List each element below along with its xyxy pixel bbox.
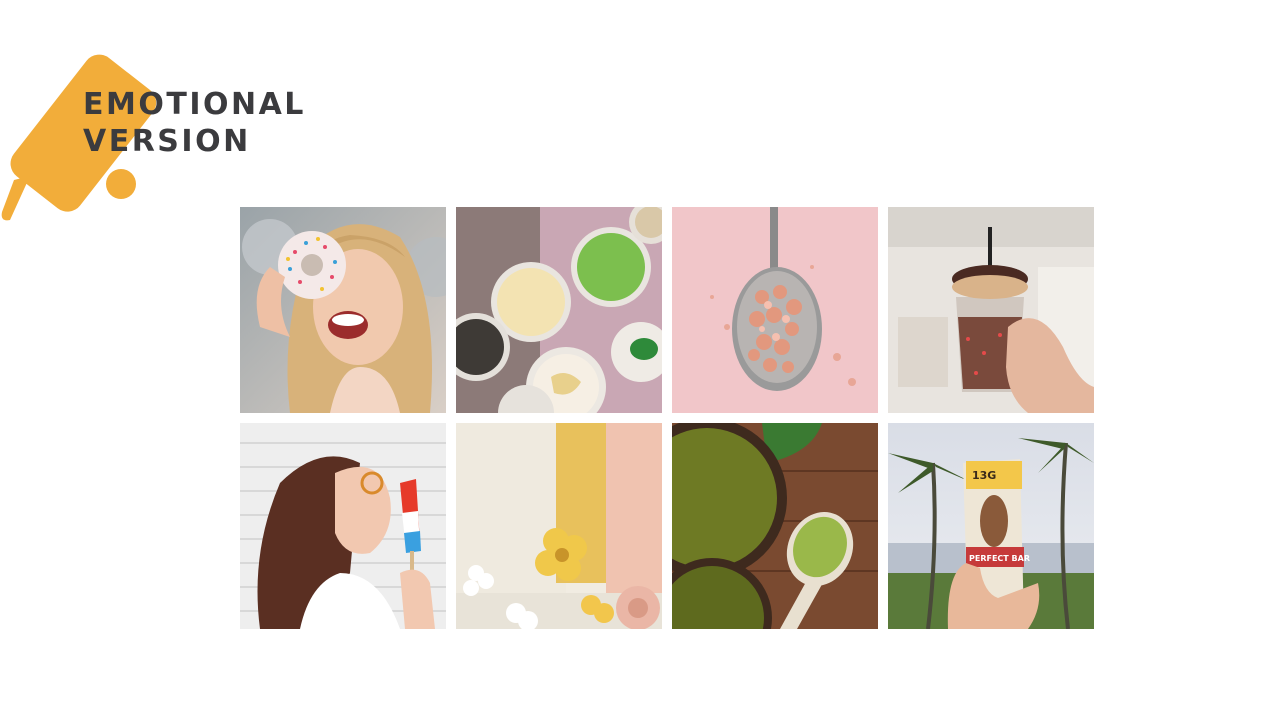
photo-woman-donut — [240, 207, 446, 413]
photo-iced-drink-donut — [888, 207, 1094, 413]
photo-ice-cream-bowls — [456, 207, 662, 413]
photo-pink-salt-spoon — [672, 207, 878, 413]
photo-matcha-tea — [672, 423, 878, 629]
photo-protein-bar: 13G PERFECT BAR — [888, 423, 1094, 629]
photo-felt-flowers — [456, 423, 662, 629]
title-line-1: EMOTIONAL — [83, 87, 306, 122]
title-line-2: VERSION — [83, 124, 251, 159]
photo-woman-popsicle — [240, 423, 446, 629]
page-title: EMOTIONAL VERSION — [83, 86, 306, 160]
photo-grid: 13G PERFECT BAR — [240, 207, 1094, 629]
protein-bar-grams: 13G — [972, 469, 996, 482]
protein-bar-brand: PERFECT BAR — [969, 554, 1030, 563]
